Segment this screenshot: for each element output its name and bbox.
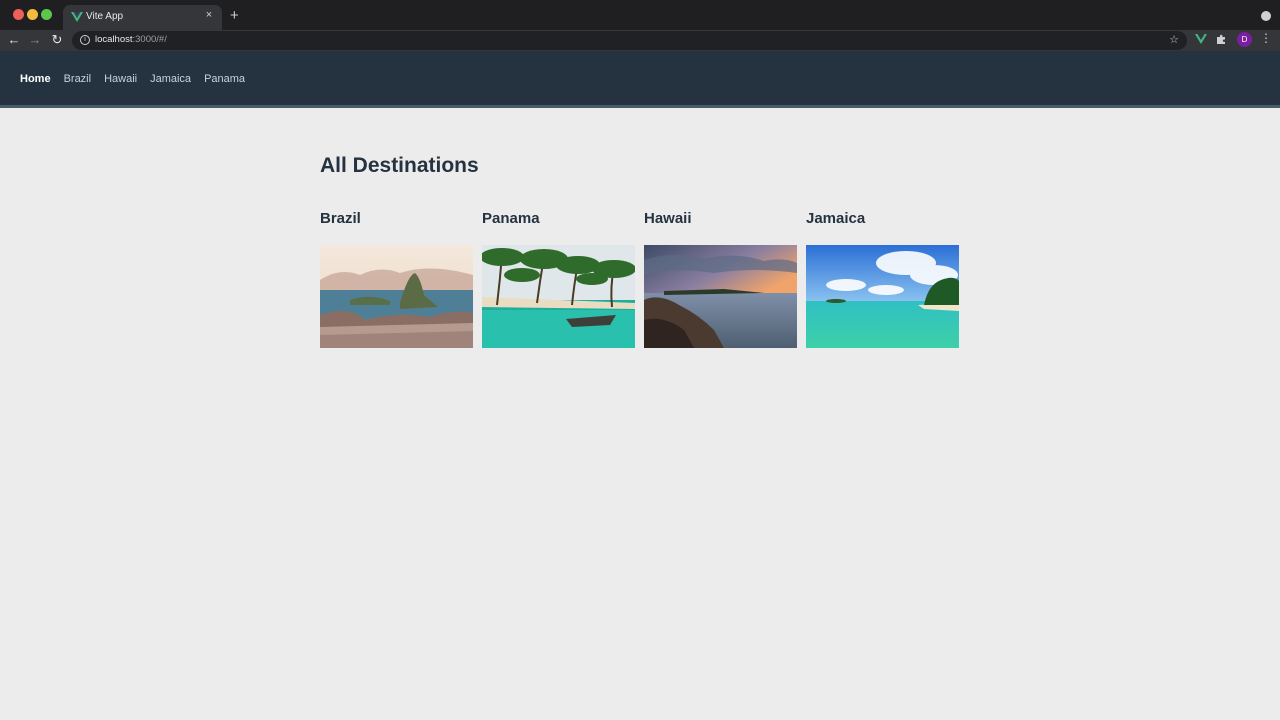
destination-image-panama[interactable] — [482, 245, 635, 348]
url-path: :3000/#/ — [132, 34, 167, 45]
page-title: All Destinations — [320, 154, 479, 177]
main-nav: Home Brazil Hawaii Jamaica Panama — [20, 73, 245, 85]
url-text[interactable]: localhost:3000/#/ — [95, 34, 167, 45]
destinations-grid: Brazil Panama Hawaii Jamaica — [320, 210, 959, 348]
browser-tab[interactable]: Vite App × — [63, 5, 222, 30]
destination-card-panama[interactable]: Panama — [482, 210, 635, 348]
destination-title[interactable]: Panama — [482, 210, 635, 245]
browser-titlebar: Vite App × + — [0, 0, 1280, 30]
browser-toolbar: ← → ↻ i localhost:3000/#/ ☆ D ⋮ — [0, 30, 1280, 51]
profile-avatar[interactable]: D — [1237, 32, 1252, 47]
site-info-icon[interactable]: i — [80, 35, 90, 45]
bookmark-star-icon[interactable]: ☆ — [1169, 33, 1179, 46]
back-arrow-icon[interactable]: ← — [6, 32, 22, 48]
destination-image-brazil[interactable] — [320, 245, 473, 348]
nav-link-brazil[interactable]: Brazil — [64, 73, 92, 85]
destination-card-jamaica[interactable]: Jamaica — [806, 210, 959, 348]
nav-link-home[interactable]: Home — [20, 73, 51, 85]
new-tab-button[interactable]: + — [230, 7, 239, 24]
destination-title[interactable]: Hawaii — [644, 210, 797, 245]
address-bar[interactable]: i localhost:3000/#/ ☆ — [72, 31, 1187, 50]
forward-arrow-icon[interactable]: → — [27, 32, 43, 48]
maximize-window-button[interactable] — [41, 9, 52, 20]
nav-link-panama[interactable]: Panama — [204, 73, 245, 85]
destination-image-jamaica[interactable] — [806, 245, 959, 348]
url-host: localhost — [95, 34, 133, 45]
close-window-button[interactable] — [13, 9, 24, 20]
destination-card-hawaii[interactable]: Hawaii — [644, 210, 797, 348]
nav-link-hawaii[interactable]: Hawaii — [104, 73, 137, 85]
close-tab-icon[interactable]: × — [202, 9, 216, 21]
tab-title: Vite App — [86, 11, 124, 22]
site-header: Home Brazil Hawaii Jamaica Panama — [0, 51, 1280, 108]
destination-image-hawaii[interactable] — [644, 245, 797, 348]
destination-title[interactable]: Jamaica — [806, 210, 959, 245]
extensions-puzzle-icon[interactable] — [1216, 34, 1227, 45]
tab-search-icon[interactable] — [1261, 11, 1271, 21]
browser-menu-icon[interactable]: ⋮ — [1260, 31, 1272, 45]
vue-devtools-icon[interactable] — [1195, 33, 1207, 45]
vue-logo-icon — [71, 12, 83, 22]
destination-title[interactable]: Brazil — [320, 210, 473, 245]
destination-card-brazil[interactable]: Brazil — [320, 210, 473, 348]
minimize-window-button[interactable] — [27, 9, 38, 20]
nav-link-jamaica[interactable]: Jamaica — [150, 73, 191, 85]
reload-icon[interactable]: ↻ — [49, 32, 65, 48]
